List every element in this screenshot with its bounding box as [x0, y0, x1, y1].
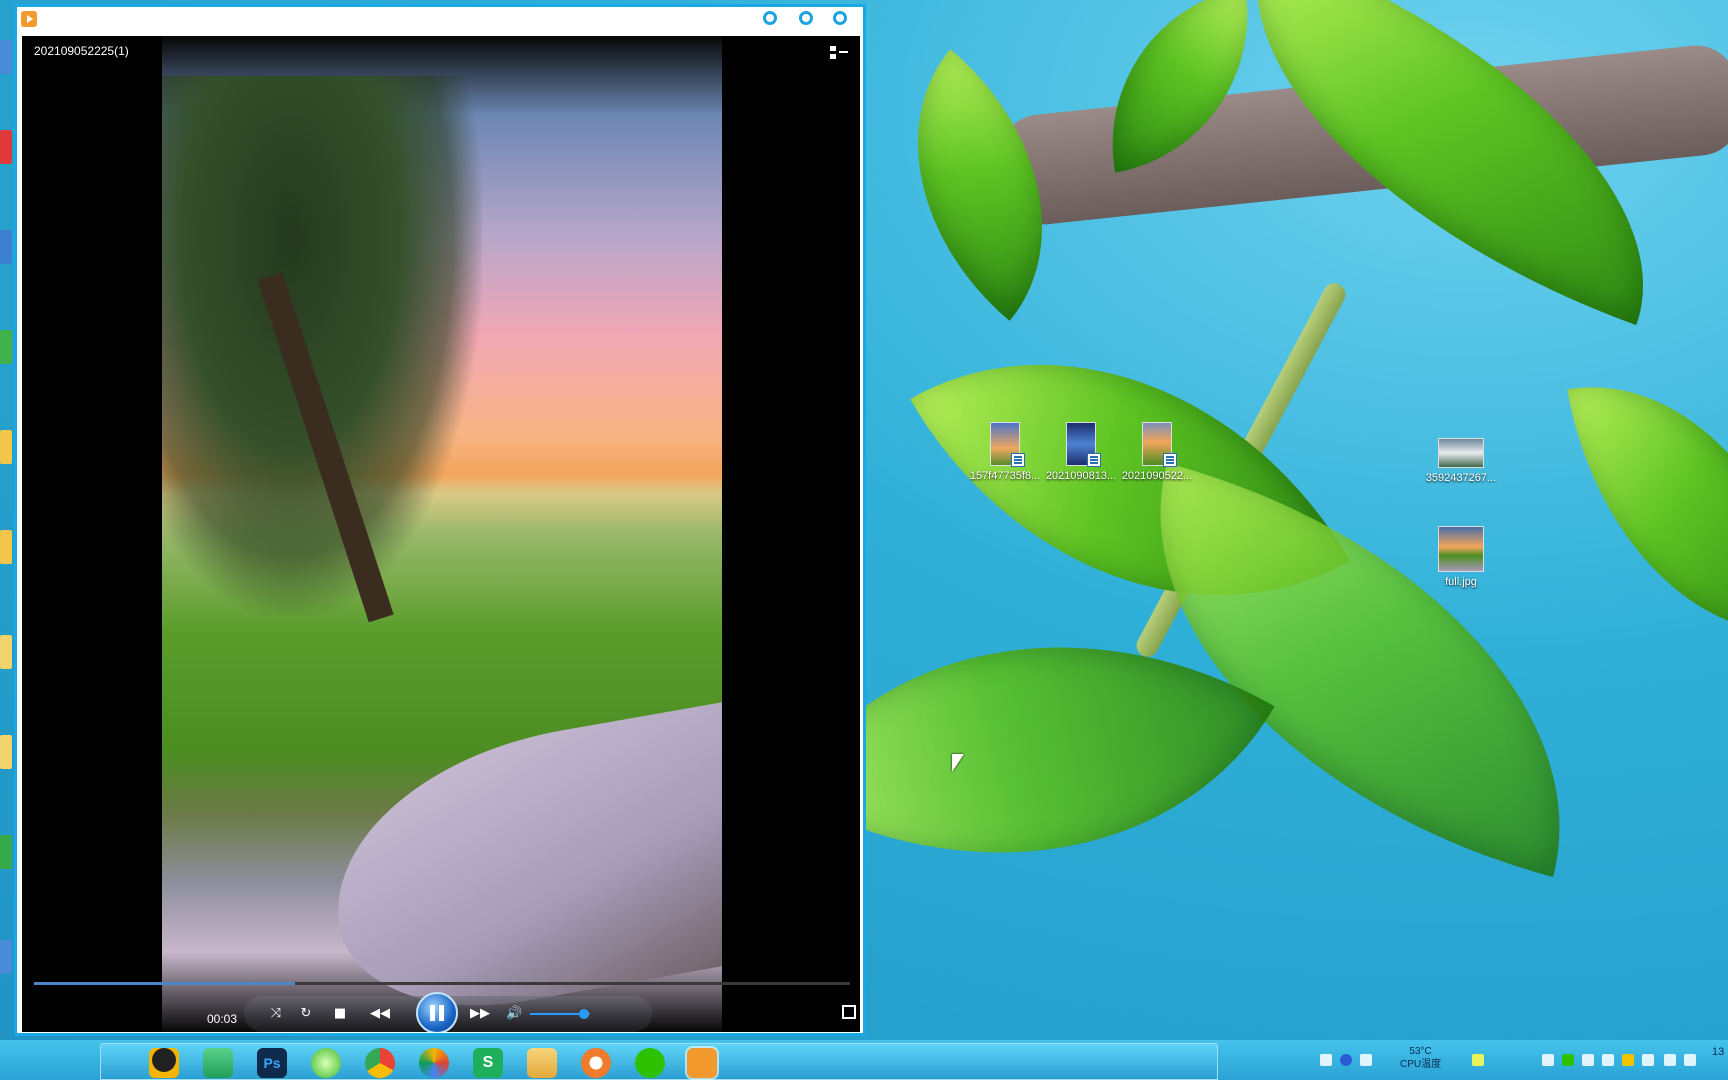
photos-icon[interactable]	[419, 1048, 449, 1078]
desktop-file-label: 2021090522...	[1121, 470, 1193, 482]
photoshop-icon[interactable]: Ps	[257, 1048, 287, 1078]
maximize-button[interactable]	[799, 11, 813, 25]
mouse-cursor	[952, 754, 964, 772]
shuffle-icon[interactable]: ⤨	[268, 1006, 284, 1022]
desktop-file-icon[interactable]: 2021090813...	[1038, 422, 1124, 482]
seek-bar-fill	[34, 982, 296, 985]
wallpaper-leaf	[1567, 354, 1728, 666]
desktop-edge-icon[interactable]	[0, 735, 12, 769]
playback-controls: ⤨ ↻ ■ ◀◀ ▶▶ 🔊	[244, 992, 652, 1032]
volume-slider-fill	[530, 1013, 584, 1015]
notification-bell-icon[interactable]	[1542, 1054, 1554, 1066]
video-badge-icon	[1087, 453, 1101, 467]
battery-icon[interactable]	[1472, 1054, 1484, 1066]
image-thumbnail-icon	[1438, 438, 1484, 468]
browser-green-icon[interactable]	[311, 1048, 341, 1078]
media-player-window[interactable]: 202109052225(1) 00:03 ⤨ ↻ ■ ◀◀ ▶▶ 🔊	[14, 4, 866, 1036]
video-badge-icon	[1011, 453, 1025, 467]
display-icon[interactable]	[1642, 1054, 1654, 1066]
repeat-icon[interactable]: ↻	[298, 1006, 314, 1022]
lan-icon[interactable]	[1684, 1054, 1696, 1066]
video-trees	[162, 76, 482, 616]
video-frame	[162, 36, 722, 1032]
video-thumbnail-icon	[1066, 422, 1101, 467]
clock[interactable]: 13	[1712, 1046, 1724, 1058]
video-thumbnail-icon	[990, 422, 1025, 467]
volume-slider[interactable]	[530, 1009, 590, 1019]
desktop-edge-icon[interactable]	[0, 40, 12, 74]
network-icon[interactable]	[1360, 1054, 1372, 1066]
shield-icon[interactable]	[1622, 1054, 1634, 1066]
desktop-edge-icon[interactable]	[0, 835, 12, 869]
video-thumbnail-icon	[1142, 422, 1177, 467]
stop-icon[interactable]: ■	[332, 1006, 348, 1022]
desktop-edge-icon[interactable]	[0, 635, 12, 669]
desktop-edge-icon[interactable]	[0, 430, 12, 464]
fast-forward-icon[interactable]: ▶▶	[468, 1006, 492, 1022]
desktop-file-label: full.jpg	[1445, 576, 1477, 588]
desktop-file-label: 3592437267...	[1425, 472, 1497, 484]
desktop-file-icon[interactable]: 2021090522...	[1114, 422, 1200, 482]
desktop-file-label: 2021090813...	[1045, 470, 1117, 482]
image-thumbnail-icon	[1438, 526, 1484, 572]
system-tray: 53°C CPU温度 13	[1320, 1040, 1728, 1080]
video-badge-icon	[1163, 453, 1177, 467]
desktop-edge-icon[interactable]	[0, 130, 12, 164]
qq-icon[interactable]	[149, 1048, 179, 1078]
taskbar: Ps S 53°C CPU温度 13	[0, 1040, 1728, 1080]
volume-icon[interactable]: 🔊	[506, 1006, 522, 1022]
media-player-icon[interactable]	[687, 1048, 717, 1078]
elapsed-time: 00:03	[207, 1012, 238, 1026]
desktop-edge-icon[interactable]	[0, 230, 12, 264]
desktop-edge-icon[interactable]	[0, 530, 12, 564]
video-filename: 202109052225(1)	[34, 44, 129, 58]
taskbar-apps: Ps S	[100, 1043, 1218, 1080]
desktop-file-icon[interactable]: 3592437267...	[1418, 438, 1504, 484]
rewind-icon[interactable]: ◀◀	[368, 1006, 392, 1022]
minimize-button[interactable]	[763, 11, 777, 25]
thermometer-icon[interactable]	[1582, 1054, 1594, 1066]
keyboard-icon[interactable]	[1320, 1054, 1332, 1066]
video-area[interactable]: 202109052225(1) 00:03 ⤨ ↻ ■ ◀◀ ▶▶ 🔊	[22, 36, 860, 1032]
desktop-file-icon[interactable]: full.jpg	[1418, 526, 1504, 588]
help-icon[interactable]	[1340, 1054, 1352, 1066]
chrome-icon[interactable]	[365, 1048, 395, 1078]
media-player-app-icon	[21, 11, 37, 27]
wechat-tray-icon[interactable]	[1562, 1054, 1574, 1066]
cpu-temperature-label: CPU温度	[1400, 1059, 1442, 1070]
pen-icon[interactable]	[1602, 1054, 1614, 1066]
close-button[interactable]	[833, 11, 847, 25]
fullscreen-icon[interactable]	[842, 1005, 856, 1019]
cpu-temperature-value: 53°C	[1409, 1046, 1432, 1057]
wechat-icon[interactable]	[635, 1048, 665, 1078]
seek-bar[interactable]	[34, 982, 850, 985]
video-app-icon[interactable]	[203, 1048, 233, 1078]
pause-button[interactable]	[416, 992, 458, 1032]
desktop-edge-icon[interactable]	[0, 330, 12, 364]
window-titlebar[interactable]	[17, 7, 863, 31]
desktop-edge-icon[interactable]	[0, 940, 12, 974]
fox-app-icon[interactable]	[581, 1048, 611, 1078]
cpu-temperature-widget[interactable]: 53°C CPU温度	[1400, 1045, 1441, 1071]
file-explorer-icon[interactable]	[527, 1048, 557, 1078]
desktop-file-icon[interactable]: 157f47735f8...	[962, 422, 1048, 482]
wps-icon[interactable]: S	[473, 1048, 503, 1078]
speaker-icon[interactable]	[1664, 1054, 1676, 1066]
playlist-toggle-icon[interactable]	[830, 46, 848, 60]
desktop-file-label: 157f47735f8...	[969, 470, 1041, 482]
volume-slider-knob[interactable]	[579, 1009, 589, 1019]
